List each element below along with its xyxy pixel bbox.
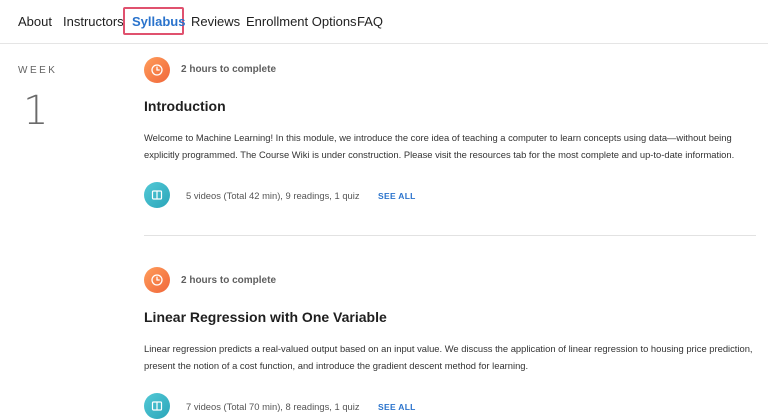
module-time: 2 hours to complete: [181, 64, 277, 75]
module-content-summary: 7 videos (Total 70 min), 8 readings, 1 q…: [186, 401, 360, 412]
module-title: Linear Regression with One Variable: [144, 309, 387, 325]
see-all-link[interactable]: SEE ALL: [378, 191, 416, 201]
book-icon: [144, 393, 170, 419]
see-all-link[interactable]: SEE ALL: [378, 402, 416, 412]
module-divider: [144, 235, 756, 236]
module-content-summary: 5 videos (Total 42 min), 9 readings, 1 q…: [186, 190, 360, 201]
course-nav: About Instructors Syllabus Reviews Enrol…: [0, 0, 768, 44]
module-description: Welcome to Machine Learning! In this mod…: [144, 132, 735, 160]
module-description: Linear regression predicts a real-valued…: [144, 343, 753, 371]
module-title: Introduction: [144, 98, 226, 114]
nav-tab-about[interactable]: About: [18, 14, 52, 29]
module-time: 2 hours to complete: [181, 275, 277, 286]
nav-tab-reviews[interactable]: Reviews: [191, 14, 240, 29]
book-icon: [144, 182, 170, 208]
clock-icon: [144, 57, 170, 83]
week-label: WEEK: [18, 65, 58, 76]
nav-tab-instructors[interactable]: Instructors: [63, 14, 124, 29]
nav-tab-enrollment-options[interactable]: Enrollment Options: [246, 14, 357, 29]
nav-tab-faq[interactable]: FAQ: [357, 14, 383, 29]
week-number: 1: [23, 88, 49, 134]
clock-icon: [144, 267, 170, 293]
nav-tab-syllabus[interactable]: Syllabus: [132, 14, 185, 29]
